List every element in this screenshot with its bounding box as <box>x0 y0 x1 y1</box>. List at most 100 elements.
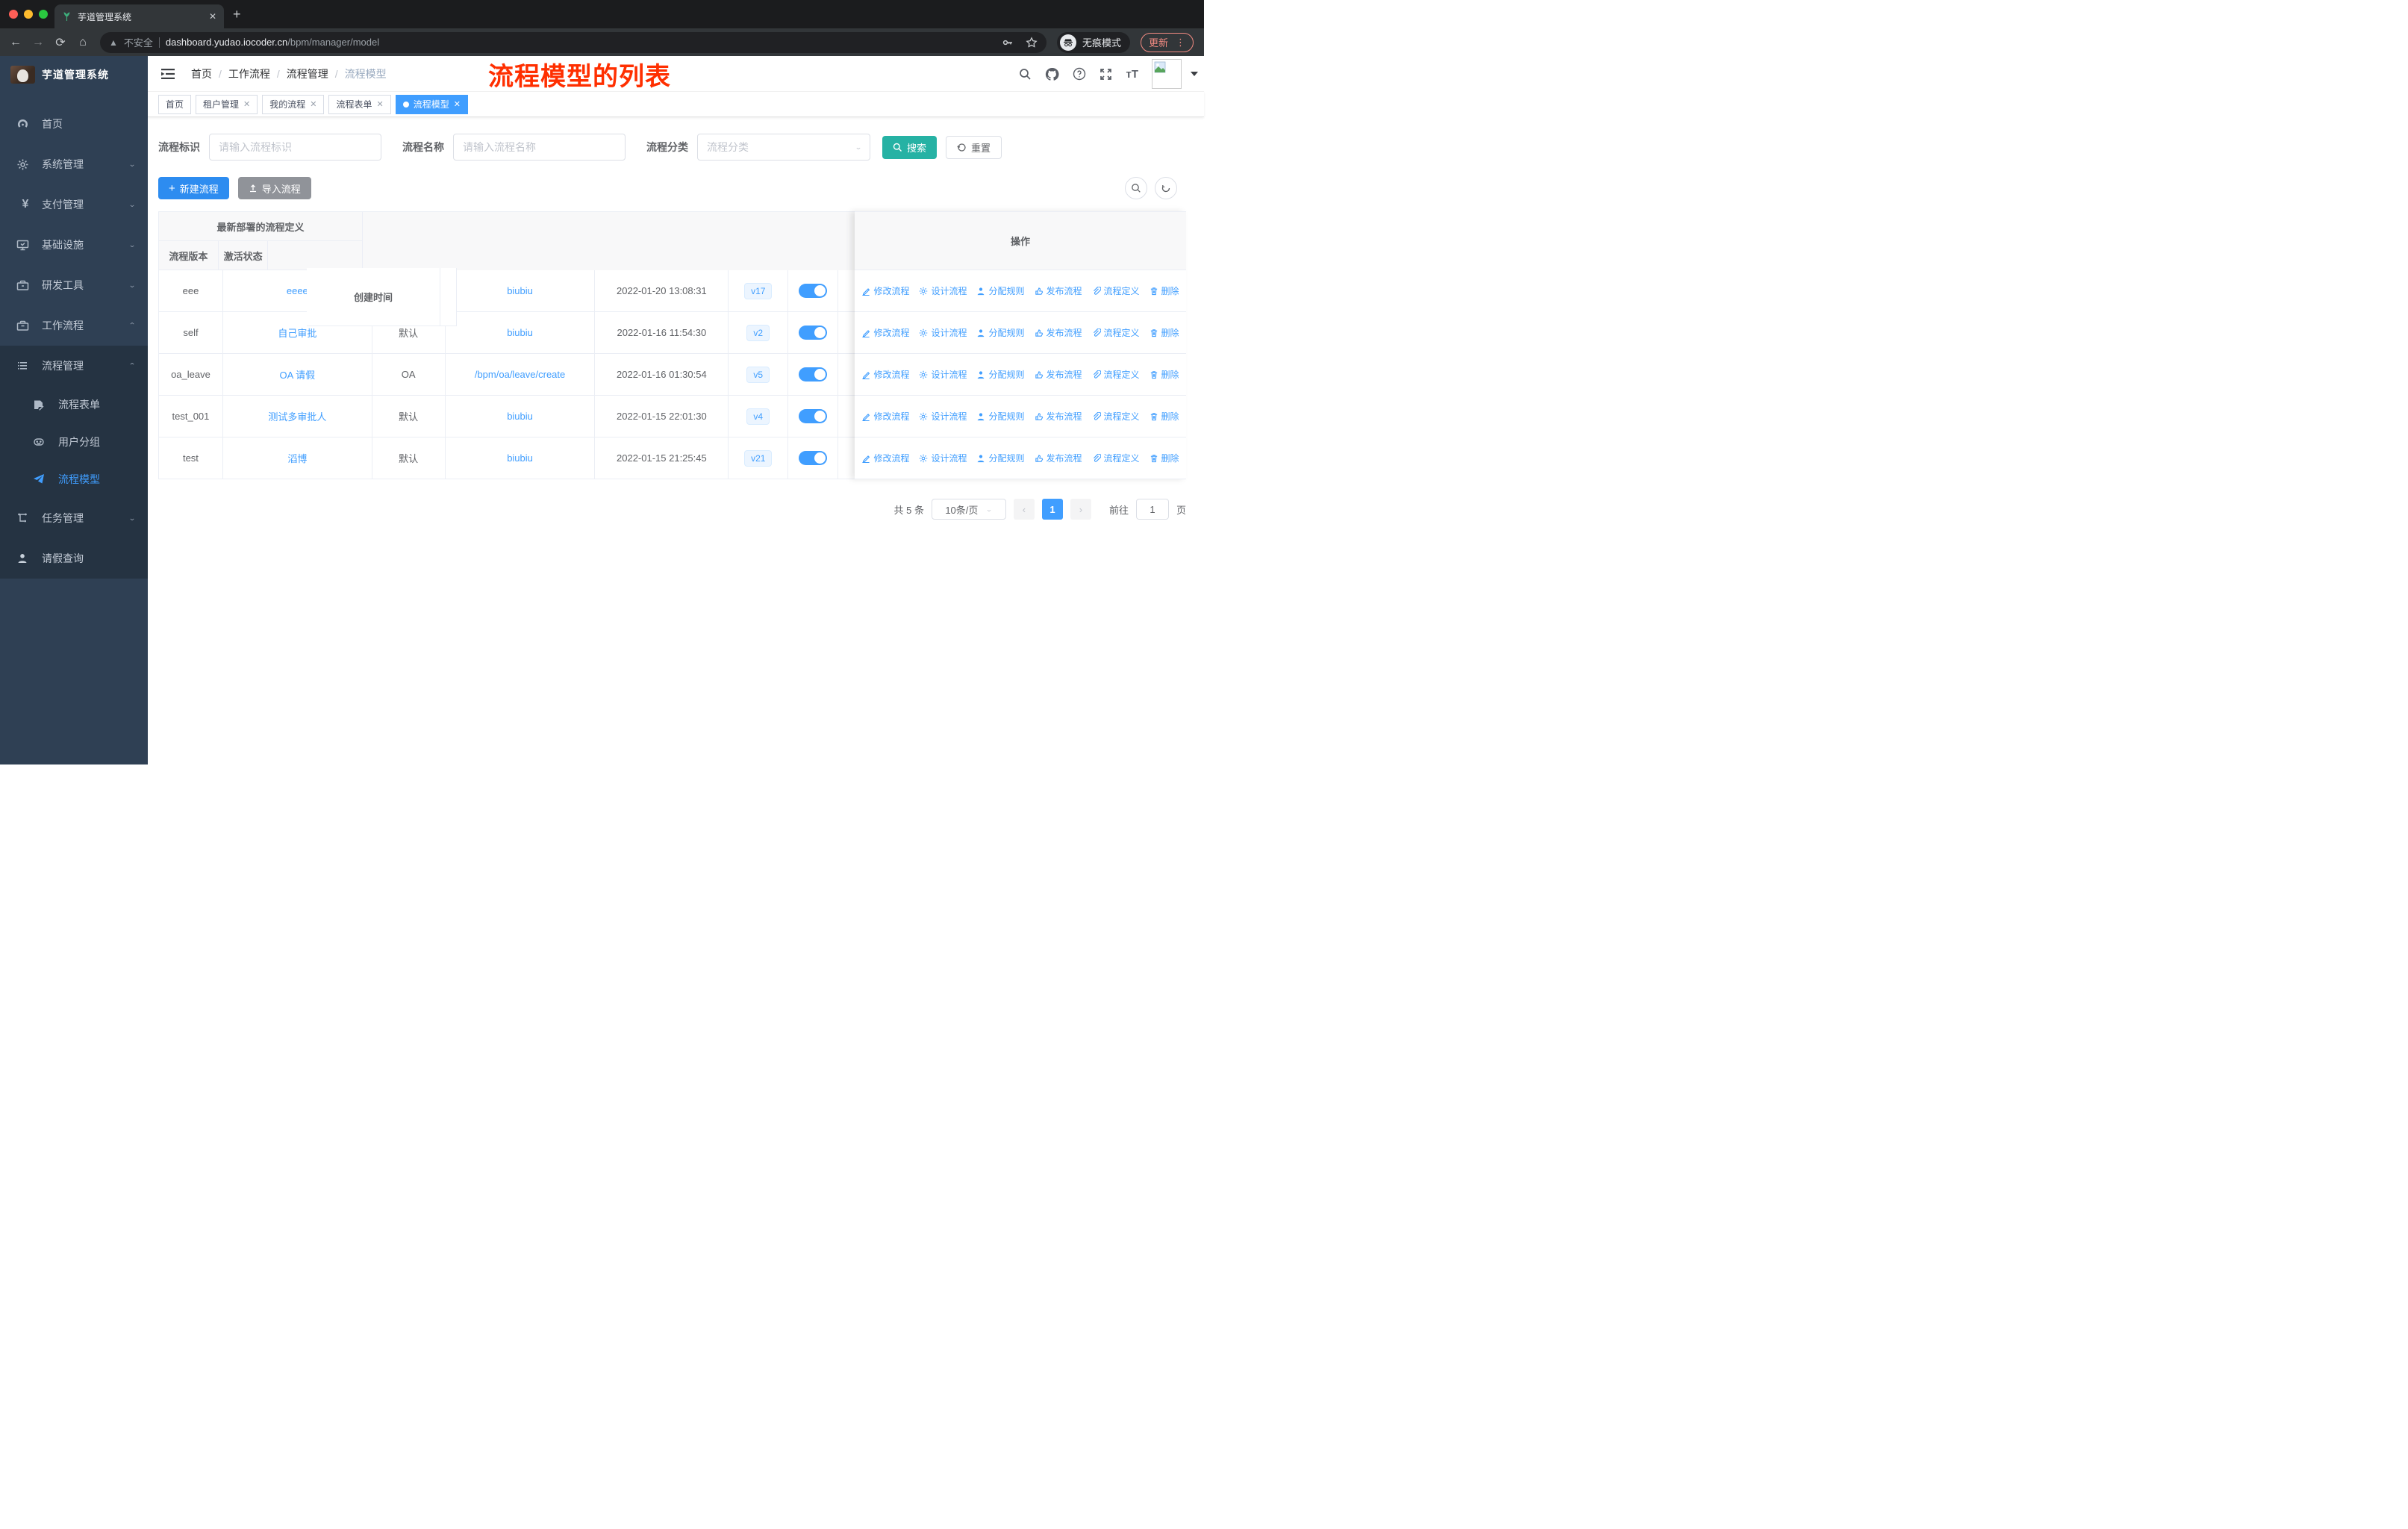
action-修改流程[interactable]: 修改流程 <box>861 452 909 464</box>
close-icon[interactable]: ✕ <box>243 99 250 109</box>
tag-process-model[interactable]: 流程模型 ✕ <box>395 94 468 114</box>
import-process-button[interactable]: 导入流程 <box>237 177 311 199</box>
avatar-caret-down-icon[interactable] <box>1191 72 1198 76</box>
process-name-link[interactable]: OA 请假 <box>222 354 372 396</box>
tag-tenant[interactable]: 租户管理 ✕ <box>196 94 258 114</box>
process-name-link[interactable]: 测试多审批人 <box>268 409 326 423</box>
sidebar-item-leave-query[interactable]: 请假查询 <box>0 538 148 579</box>
form-info-link[interactable]: biubiu <box>507 411 533 422</box>
process-name-link[interactable]: 自己审批 <box>278 326 316 340</box>
minimize-window-button[interactable] <box>24 10 33 19</box>
active-toggle[interactable] <box>799 451 828 465</box>
tag-process-form[interactable]: 流程表单 ✕ <box>328 94 391 114</box>
form-info-link[interactable]: biubiu <box>507 452 533 464</box>
sidebar-item-process-mgmt[interactable]: 流程管理 ⌃ <box>0 346 148 386</box>
forward-icon[interactable]: → <box>27 36 49 49</box>
action-删除[interactable]: 删除 <box>1150 452 1179 464</box>
github-icon[interactable] <box>1045 67 1060 81</box>
toggle-search-button[interactable] <box>1125 177 1147 199</box>
process-name-link[interactable]: 测试多审批人 <box>222 396 372 437</box>
search-button[interactable]: 搜索 <box>882 135 938 159</box>
active-toggle[interactable] <box>799 284 828 298</box>
maximize-window-button[interactable] <box>39 10 48 19</box>
help-icon[interactable] <box>1073 67 1086 81</box>
collapse-sidebar-icon[interactable] <box>161 68 176 80</box>
new-tab-button[interactable]: + <box>233 7 241 21</box>
action-修改流程[interactable]: 修改流程 <box>861 368 909 381</box>
action-分配规则[interactable]: 分配规则 <box>976 452 1025 464</box>
action-修改流程[interactable]: 修改流程 <box>861 410 909 423</box>
action-流程定义[interactable]: 流程定义 <box>1092 326 1140 339</box>
sidebar-item-workflow[interactable]: 工作流程 ⌃ <box>0 305 148 346</box>
action-设计流程[interactable]: 设计流程 <box>919 410 967 423</box>
sidebar-item-process-form[interactable]: 流程表单 <box>0 386 148 423</box>
process-name-link[interactable]: 滔博 <box>287 451 307 465</box>
sidebar-item-system[interactable]: 系统管理 ⌄ <box>0 144 148 184</box>
action-发布流程[interactable]: 发布流程 <box>1035 410 1082 423</box>
action-流程定义[interactable]: 流程定义 <box>1092 452 1140 464</box>
window-controls[interactable] <box>9 10 48 19</box>
form-info-link[interactable]: /bpm/oa/leave/create <box>445 354 596 396</box>
sidebar-item-payment[interactable]: ¥ 支付管理 ⌄ <box>0 184 148 225</box>
not-secure-label[interactable]: 不安全 <box>124 35 153 49</box>
breadcrumb-workflow[interactable]: 工作流程 <box>228 66 270 81</box>
reset-button[interactable]: 重置 <box>946 135 1002 159</box>
update-label[interactable]: 更新 <box>1149 35 1168 49</box>
active-toggle[interactable] <box>799 326 828 340</box>
address-bar[interactable]: ▲ 不安全 dashboard.yudao.iocoder.cn/bpm/man… <box>100 31 1047 53</box>
action-删除[interactable]: 删除 <box>1150 368 1179 381</box>
action-设计流程[interactable]: 设计流程 <box>919 326 967 339</box>
close-icon[interactable]: ✕ <box>377 99 384 109</box>
sidebar-item-user-group[interactable]: 用户分组 <box>0 423 148 461</box>
action-发布流程[interactable]: 发布流程 <box>1035 368 1082 381</box>
action-流程定义[interactable]: 流程定义 <box>1092 410 1140 423</box>
action-删除[interactable]: 删除 <box>1150 326 1179 339</box>
url-text[interactable]: dashboard.yudao.iocoder.cn/bpm/manager/m… <box>166 37 996 48</box>
sidebar-item-devtools[interactable]: 研发工具 ⌄ <box>0 265 148 305</box>
breadcrumb-home[interactable]: 首页 <box>191 66 212 81</box>
action-分配规则[interactable]: 分配规则 <box>976 284 1025 297</box>
form-info-link[interactable]: biubiu <box>445 312 596 354</box>
action-发布流程[interactable]: 发布流程 <box>1035 284 1082 297</box>
goto-page-input[interactable] <box>1135 499 1169 520</box>
form-info-link[interactable]: /bpm/oa/leave/create <box>475 369 565 380</box>
browser-tab[interactable]: 芋道管理系统 ✕ <box>54 4 224 28</box>
action-分配规则[interactable]: 分配规则 <box>976 368 1025 381</box>
avatar[interactable] <box>1152 59 1182 89</box>
font-size-icon[interactable]: тT <box>1126 68 1138 81</box>
action-设计流程[interactable]: 设计流程 <box>919 368 967 381</box>
home-icon[interactable]: ⌂ <box>72 36 94 49</box>
prev-page-button[interactable]: ‹ <box>1013 499 1035 520</box>
refresh-button[interactable] <box>1155 177 1177 199</box>
action-删除[interactable]: 删除 <box>1150 284 1179 297</box>
close-window-button[interactable] <box>9 10 18 19</box>
form-info-link[interactable]: biubiu <box>445 270 596 312</box>
process-name-input[interactable] <box>453 134 626 161</box>
page-number-1[interactable]: 1 <box>1041 499 1063 520</box>
form-info-link[interactable]: biubiu <box>507 285 533 296</box>
close-icon[interactable]: ✕ <box>310 99 316 109</box>
action-发布流程[interactable]: 发布流程 <box>1035 326 1082 339</box>
next-page-button[interactable]: › <box>1070 499 1091 520</box>
sidebar-item-process-model[interactable]: 流程模型 <box>0 461 148 498</box>
password-key-icon[interactable] <box>1002 37 1014 49</box>
category-select[interactable]: 流程分类 ⌄ <box>697 134 870 161</box>
tab-close-icon[interactable]: ✕ <box>209 11 216 22</box>
search-icon[interactable] <box>1019 68 1032 81</box>
action-设计流程[interactable]: 设计流程 <box>919 452 967 464</box>
action-删除[interactable]: 删除 <box>1150 410 1179 423</box>
tag-my-process[interactable]: 我的流程 ✕ <box>262 94 325 114</box>
form-info-link[interactable]: biubiu <box>507 327 533 338</box>
breadcrumb-process-mgmt[interactable]: 流程管理 <box>287 66 328 81</box>
action-发布流程[interactable]: 发布流程 <box>1035 452 1082 464</box>
action-流程定义[interactable]: 流程定义 <box>1092 284 1140 297</box>
action-流程定义[interactable]: 流程定义 <box>1092 368 1140 381</box>
form-info-link[interactable]: biubiu <box>445 396 596 437</box>
action-修改流程[interactable]: 修改流程 <box>861 326 909 339</box>
kebab-menu-icon[interactable]: ⋮ <box>1176 37 1185 49</box>
process-name-link[interactable]: eeee <box>287 285 308 296</box>
sidebar-item-infra[interactable]: 基础设施 ⌄ <box>0 225 148 265</box>
action-分配规则[interactable]: 分配规则 <box>976 326 1025 339</box>
sidebar-item-home[interactable]: 首页 <box>0 104 148 144</box>
active-toggle[interactable] <box>799 409 828 423</box>
